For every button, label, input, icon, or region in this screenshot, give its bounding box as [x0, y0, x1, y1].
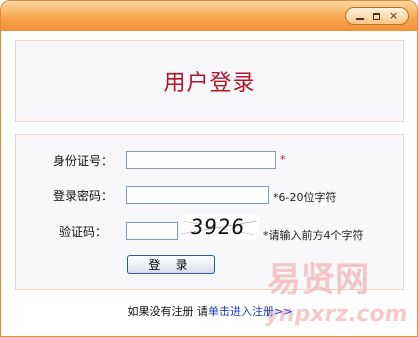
register-link[interactable]: 单击进入注册>>: [208, 305, 292, 318]
id-number-input[interactable]: [126, 151, 276, 169]
title-bar[interactable]: ×: [1, 1, 417, 31]
minimize-button[interactable]: [353, 10, 367, 22]
close-icon: ×: [389, 9, 399, 22]
password-hint: *6-20位字符: [273, 191, 337, 204]
page-title: 用户登录: [163, 71, 256, 96]
close-button[interactable]: ×: [387, 10, 401, 22]
login-window: × 用户登录 身份证号： * 登录密码： *6-20位字符 验证码： 3926 …: [0, 0, 418, 337]
id-required-mark: *: [280, 153, 286, 166]
header-panel: 用户登录: [15, 40, 404, 122]
svg-text:易贤网: 易贤网: [267, 260, 369, 300]
password-input[interactable]: [126, 186, 269, 204]
captcha-input[interactable]: [126, 222, 178, 240]
register-prompt: 如果没有注册 请单击进入注册>>: [1, 303, 417, 319]
login-button[interactable]: 登 录: [127, 255, 215, 274]
password-label: 登录密码：: [53, 189, 114, 203]
maximize-button[interactable]: [370, 10, 384, 22]
captcha-label: 验证码：: [59, 225, 108, 239]
captcha-hint: *请输入前方4个字符: [263, 229, 364, 242]
id-number-label: 身份证号：: [53, 154, 114, 168]
window-controls: ×: [345, 7, 409, 25]
maximize-icon: [373, 12, 381, 20]
minimize-icon: [356, 18, 365, 20]
captcha-text: 3926: [189, 215, 246, 239]
register-prompt-text: 如果没有注册 请: [127, 305, 209, 318]
captcha-image[interactable]: 3926: [179, 215, 259, 239]
watermark-logo: 易贤网 ynpxrz.com: [263, 260, 409, 327]
